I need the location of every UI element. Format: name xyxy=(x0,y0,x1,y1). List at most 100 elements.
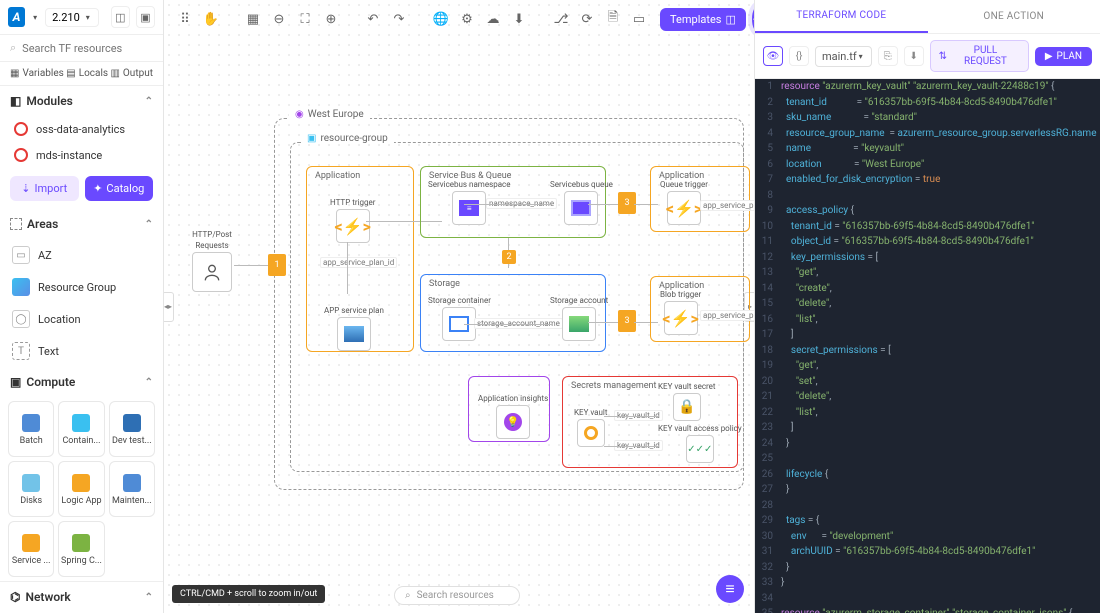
redo-icon[interactable]: ↷ xyxy=(390,10,408,28)
chevron-up-icon: ⌃ xyxy=(145,592,153,603)
code-editor[interactable]: 1resource "azurerm_key_vault" "azurerm_k… xyxy=(755,79,1100,613)
resource-label: Mainten... xyxy=(112,496,152,506)
plan-button[interactable]: ▶PLAN xyxy=(1035,47,1092,66)
layers-button[interactable]: ❖ xyxy=(752,5,754,33)
canvas-search[interactable]: ⌕ Search resources xyxy=(394,586,520,605)
area-item[interactable]: ◯Location xyxy=(0,303,163,335)
canvas[interactable]: ⠿ ✋ ▦ ⊖ ⛶ ⊕ ↶ ↷ 🌐 ⚙ ☁ ⬇ ⎇ ⟳ 🗎 ▭ Templat xyxy=(164,0,754,613)
file-selector[interactable]: main.tf ▾ xyxy=(815,46,872,67)
waypoint-3a: 3 xyxy=(618,192,636,214)
resource-icon xyxy=(21,533,41,553)
resource-tile[interactable]: Dev test... xyxy=(109,401,155,457)
area-item[interactable]: Resource Group xyxy=(0,271,163,303)
location-icon: ◉ xyxy=(295,109,304,120)
area-label: AZ xyxy=(38,249,52,262)
pull-request-button[interactable]: ⇅PULL REQUEST xyxy=(930,40,1029,72)
history-icon[interactable]: ⟳ xyxy=(578,10,596,28)
nav-variables[interactable]: ▦Variables xyxy=(10,68,64,79)
move-icon[interactable]: ⠿ xyxy=(176,10,194,28)
modules-icon: ◧ xyxy=(10,94,21,108)
resource-label: Dev test... xyxy=(112,436,152,446)
chevron-down-icon: ▾ xyxy=(84,13,92,22)
node-storage-account[interactable]: Storage account xyxy=(550,296,608,341)
sidebar-search-input[interactable] xyxy=(22,42,162,55)
resource-tile[interactable]: Contain... xyxy=(58,401,104,457)
edge-label: app_service_plan xyxy=(700,310,754,321)
canvas-toolbar: ⠿ ✋ ▦ ⊖ ⛶ ⊕ ↶ ↷ 🌐 ⚙ ☁ ⬇ ⎇ ⟳ 🗎 ▭ Templat xyxy=(170,4,748,34)
version-selector[interactable]: 2.210 ▾ xyxy=(45,8,99,27)
area-label: Text xyxy=(38,345,59,358)
chevron-down-icon: ▾ xyxy=(857,52,865,61)
terminal-icon[interactable]: ▭ xyxy=(630,10,648,28)
resource-tile[interactable]: Mainten... xyxy=(109,461,155,517)
document-icon[interactable]: 🗎 xyxy=(604,10,622,28)
grid-icon[interactable]: ▦ xyxy=(244,10,262,28)
area-item[interactable]: ▭AZ xyxy=(0,239,163,271)
nav-locals[interactable]: ▤Locals xyxy=(66,68,108,79)
edge-label: app_service_plan_id xyxy=(320,257,397,268)
node-key-vault-access-policy[interactable]: KEY vault access policy ✓✓✓ xyxy=(658,424,742,463)
node-app-insights[interactable]: Application insights 💡 xyxy=(478,394,548,439)
module-item[interactable]: mds-instance xyxy=(0,142,163,168)
resource-icon xyxy=(71,473,91,493)
resource-tile[interactable]: Service ... xyxy=(8,521,54,577)
tab-terraform-code[interactable]: TERRAFORM CODE xyxy=(755,0,928,33)
git-branch-icon[interactable]: ⎇ xyxy=(552,10,570,28)
node-blob-trigger[interactable]: Blob trigger <⚡> xyxy=(660,290,701,335)
network-icon: ⌬ xyxy=(10,590,20,604)
section-modules[interactable]: ◧Modules ⌃ xyxy=(0,86,163,116)
zoom-out-icon[interactable]: ⊖ xyxy=(270,10,288,28)
resource-icon xyxy=(21,473,41,493)
import-button[interactable]: ⇣Import xyxy=(10,176,79,201)
resource-tile[interactable]: Disks xyxy=(8,461,54,517)
node-http-post[interactable]: HTTP/Post Requests xyxy=(192,230,232,292)
sidebar-search[interactable]: ⌕ xyxy=(0,35,163,62)
download-icon[interactable]: ⬇ xyxy=(510,10,528,28)
section-network[interactable]: ⌬Network ⌃ xyxy=(0,581,163,612)
section-areas[interactable]: Areas ⌃ xyxy=(0,209,163,239)
section-compute[interactable]: ▣Compute ⌃ xyxy=(0,367,163,397)
module-icon xyxy=(14,148,28,162)
node-app-service-plan[interactable]: APP service plan xyxy=(324,306,384,351)
copy-icon[interactable]: ⎘ xyxy=(878,46,898,66)
resource-tile[interactable]: Batch xyxy=(8,401,54,457)
nav-output[interactable]: ▥Output xyxy=(110,68,153,79)
template-icon: ◫ xyxy=(725,13,735,26)
fit-icon[interactable]: ⛶ xyxy=(296,10,314,28)
node-key-vault-secret[interactable]: KEY vault secret 🔒 xyxy=(658,382,716,421)
cloud-upload-icon[interactable]: ☁ xyxy=(484,10,502,28)
hand-icon[interactable]: ✋ xyxy=(202,10,220,28)
resource-tile[interactable]: Logic App xyxy=(58,461,104,517)
resource-tile[interactable]: Spring C... xyxy=(58,521,104,577)
catalog-button[interactable]: ✦Catalog xyxy=(85,176,154,201)
resource-label: Disks xyxy=(20,496,42,506)
resource-icon xyxy=(21,413,41,433)
settings-icon[interactable]: ⚙ xyxy=(458,10,476,28)
area-item[interactable]: TText xyxy=(0,335,163,367)
templates-button[interactable]: Templates◫ xyxy=(660,8,746,31)
resource-icon xyxy=(122,473,142,493)
fab-menu[interactable]: ≡ xyxy=(716,575,744,603)
chevron-down-icon[interactable]: ▾ xyxy=(31,13,39,22)
node-key-vault[interactable]: KEY vault xyxy=(574,408,608,447)
tab-one-action[interactable]: ONE ACTION xyxy=(928,0,1100,33)
resource-label: Logic App xyxy=(61,496,101,506)
play-icon: ▶ xyxy=(1045,51,1053,62)
provider-logo[interactable]: A xyxy=(8,7,25,27)
edge-label: app_service_plan xyxy=(700,200,754,211)
collapse-left-handle[interactable]: ◂▸ xyxy=(164,292,174,322)
rg-label: ▣ resource-group xyxy=(301,133,394,144)
braces-icon[interactable]: {} xyxy=(789,46,809,66)
cube-icon[interactable]: ◫ xyxy=(111,6,130,28)
zoom-in-icon[interactable]: ⊕ xyxy=(322,10,340,28)
area-label: Location xyxy=(38,313,81,326)
box-icon[interactable]: ▣ xyxy=(136,6,155,28)
eye-icon[interactable]: 👁 xyxy=(763,46,783,66)
search-icon: ⌕ xyxy=(405,590,411,601)
module-item[interactable]: oss-data-analytics xyxy=(0,116,163,142)
undo-icon[interactable]: ↶ xyxy=(364,10,382,28)
sidebar-header: A ▾ 2.210 ▾ ◫ ▣ xyxy=(0,0,163,35)
download-icon[interactable]: ⬇ xyxy=(904,46,924,66)
globe-icon[interactable]: 🌐 xyxy=(432,10,450,28)
node-sb-queue[interactable]: Servicebus queue xyxy=(550,180,613,225)
